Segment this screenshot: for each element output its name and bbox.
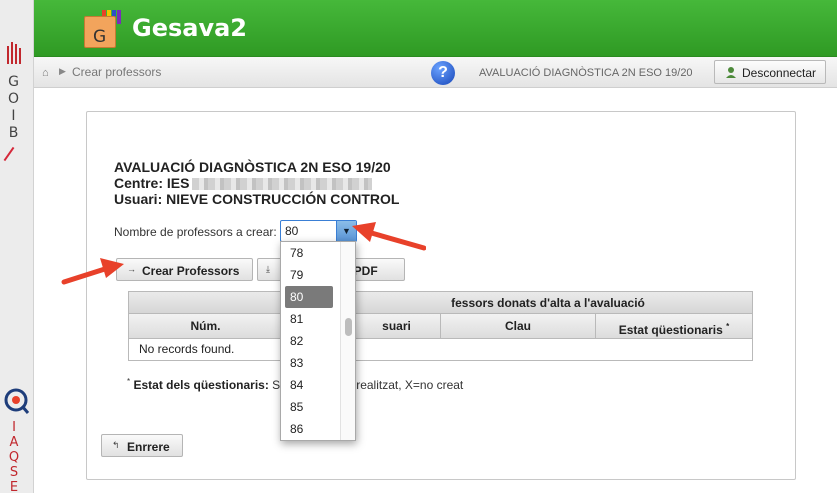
goib-slash-mark — [3, 146, 15, 162]
download-icon: ⤓ — [266, 264, 270, 274]
dropdown-option[interactable]: 79 — [281, 264, 341, 286]
footnote-asterisk: * — [726, 322, 730, 331]
column-header-num[interactable]: Núm. — [129, 314, 283, 338]
teachers-table: fessors donats d'alta a l'avaluació Núm.… — [128, 291, 753, 361]
evaluation-context-label: AVALUACIÓ DIAGNÒSTICA 2N ESO 19/20 — [479, 67, 693, 79]
iaqse-wordmark: I A Q S E — [8, 420, 20, 493]
legend-asterisk: * — [127, 377, 131, 386]
help-icon[interactable]: ? — [431, 61, 455, 85]
dropdown-option[interactable]: 83 — [281, 352, 341, 374]
logo-letter: G — [93, 27, 107, 47]
teacher-count-value: 80 — [285, 224, 299, 238]
create-teachers-button[interactable]: → Crear Professors — [116, 258, 253, 281]
app-header: G Gesava2 — [34, 0, 837, 57]
app-title: Gesava2 — [132, 14, 247, 42]
main-panel: AVALUACIÓ DIAGNÒSTICA 2N ESO 19/20 Centr… — [86, 111, 796, 480]
dropdown-option[interactable]: 86 — [281, 418, 341, 440]
table-caption: fessors donats d'alta a l'avaluació — [129, 292, 752, 314]
column-header-estat[interactable]: Estat qüestionaris * — [596, 314, 752, 338]
table-header-row: Núm. suari Clau Estat qüestionaris * — [129, 314, 752, 339]
evaluation-title: AVALUACIÓ DIAGNÒSTICA 2N ESO 19/20 — [114, 159, 391, 175]
arrow-right-icon: → — [127, 264, 136, 274]
teacher-count-select[interactable]: 80 ▼ — [280, 220, 357, 242]
centre-label: Centre: IES — [114, 175, 190, 191]
iaqse-logo-icon — [4, 388, 30, 414]
back-label: Enrrere — [127, 440, 170, 454]
app-logo-icon[interactable]: G — [84, 10, 124, 48]
logout-button[interactable]: Desconnectar — [714, 60, 826, 84]
dropdown-option-selected[interactable]: 80 — [285, 286, 333, 308]
logo-notebook: G — [84, 16, 116, 48]
left-brand-strip: G O I B I A Q S E — [0, 0, 34, 493]
dropdown-option[interactable]: 81 — [281, 308, 341, 330]
back-arrow-icon: ↰ — [112, 440, 120, 450]
teacher-count-label: Nombre de professors a crear: — [114, 225, 277, 239]
empty-table-message: No records found. — [139, 342, 235, 356]
back-button[interactable]: ↰ Enrrere — [101, 434, 183, 457]
user-line: Usuari: NIEVE CONSTRUCCIÓN CONTROL — [114, 191, 400, 207]
logout-label: Desconnectar — [742, 66, 817, 80]
dropdown-option[interactable]: 82 — [281, 330, 341, 352]
goib-wordmark: G O I B — [7, 74, 21, 141]
user-icon — [726, 67, 736, 78]
breadcrumb-current: Crear professors — [72, 65, 162, 79]
column-header-estat-label: Estat qüestionaris — [618, 323, 723, 337]
redacted-centre-name — [192, 178, 373, 191]
goib-logo-icon — [7, 42, 21, 64]
chevron-down-icon[interactable]: ▼ — [336, 221, 356, 241]
teacher-count-dropdown[interactable]: 78 79 80 81 82 83 84 85 86 — [280, 241, 356, 441]
scrollbar-thumb[interactable] — [345, 318, 352, 336]
legend-text-end: no realitzat, X=no creat — [339, 378, 464, 392]
legend-label: Estat dels qüestionaris: — [133, 378, 269, 392]
centre-line: Centre: IES — [114, 175, 373, 191]
dropdown-option[interactable]: 84 — [281, 374, 341, 396]
column-header-clau[interactable]: Clau — [441, 314, 596, 338]
breadcrumb-bar: ⌂ ▶ Crear professors ? AVALUACIÓ DIAGNÒS… — [34, 57, 837, 88]
create-teachers-label: Crear Professors — [142, 264, 240, 278]
dropdown-option[interactable]: 78 — [281, 242, 341, 264]
logo-bar-purple — [117, 10, 121, 24]
dropdown-scrollbar[interactable] — [340, 242, 355, 440]
dropdown-option[interactable]: 85 — [281, 396, 341, 418]
home-icon[interactable]: ⌂ — [42, 67, 49, 79]
legend-text-start: S — [268, 378, 281, 392]
breadcrumb-separator-icon: ▶ — [59, 66, 66, 76]
